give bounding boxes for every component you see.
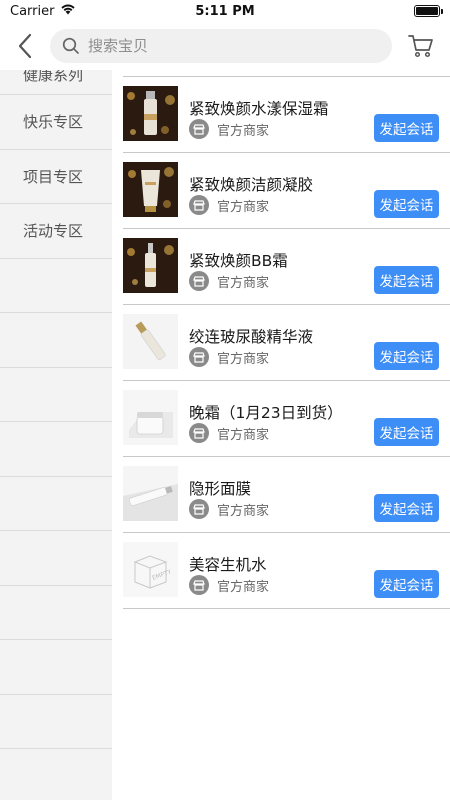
empty-box-icon: EMPTY — [123, 542, 178, 597]
seller-label: 官方商家 — [217, 275, 270, 291]
product-title: 紧致焕颜水漾保湿霜 — [189, 100, 329, 118]
sidebar-item-health[interactable]: 健康系列 — [0, 70, 112, 95]
start-chat-button[interactable]: 发起会话 — [374, 266, 439, 294]
sidebar-item-happy[interactable]: 快乐专区 — [0, 95, 112, 150]
sidebar-item-empty[interactable] — [0, 531, 112, 586]
search-icon — [62, 37, 79, 54]
bb-cream-bottle-icon — [123, 238, 178, 293]
seller-label: 官方商家 — [217, 351, 270, 367]
seller-info: 官方商家 — [189, 271, 269, 291]
seller-label: 官方商家 — [217, 503, 270, 519]
wifi-icon — [60, 3, 76, 19]
status-left: Carrier — [10, 3, 76, 19]
back-button[interactable] — [0, 22, 50, 70]
header — [0, 22, 450, 70]
sidebar-item-events[interactable]: 活动专区 — [0, 204, 112, 259]
seller-label: 官方商家 — [217, 123, 270, 139]
start-chat-button[interactable]: 发起会话 — [374, 418, 439, 446]
chevron-left-icon — [18, 33, 32, 59]
product-list[interactable]: 紧致焕颜水漾保湿霜 官方商家 发起会话 紧致焕颜洁颜凝胶 官方商家 发起会话 紧… — [112, 70, 450, 800]
sidebar-item-label: 健康系列 — [23, 70, 84, 84]
cleanser-tube-icon — [123, 162, 178, 217]
seller-info: 官方商家 — [189, 195, 269, 215]
battery-icon — [414, 5, 443, 17]
product-title: 绞连玻尿酸精华液 — [189, 328, 314, 346]
product-item[interactable]: 紧致焕颜水漾保湿霜 官方商家 发起会话 — [123, 77, 450, 153]
seller-info: 官方商家 — [189, 499, 269, 519]
cart-icon — [408, 35, 433, 58]
shop-icon — [189, 119, 209, 139]
cart-button[interactable] — [392, 22, 450, 70]
start-chat-button[interactable]: 发起会话 — [374, 570, 439, 598]
seller-info: 官方商家 — [189, 575, 269, 595]
start-chat-button[interactable]: 发起会话 — [374, 494, 439, 522]
sidebar-item-empty[interactable] — [0, 477, 112, 531]
seller-info: 官方商家 — [189, 347, 269, 367]
sidebar-item-empty[interactable] — [0, 695, 112, 749]
sidebar-item-empty[interactable] — [0, 586, 112, 640]
status-bar: Carrier 5:11 PM — [0, 0, 450, 22]
sidebar-item-empty[interactable] — [0, 313, 112, 368]
seller-info: 官方商家 — [189, 119, 269, 139]
category-sidebar[interactable]: 健康系列 快乐专区 项目专区 活动专区 — [0, 70, 112, 800]
sidebar-item-empty[interactable] — [0, 368, 112, 422]
search-bar[interactable] — [50, 29, 392, 63]
mask-tube-icon — [123, 466, 178, 521]
shop-icon — [189, 423, 209, 443]
product-item[interactable]: 绞连玻尿酸精华液 官方商家 发起会话 — [123, 305, 450, 381]
product-item[interactable]: 紧致焕颜BB霜 官方商家 发起会话 — [123, 229, 450, 305]
shop-icon — [189, 347, 209, 367]
shop-icon — [189, 271, 209, 291]
product-item[interactable]: 隐形面膜 官方商家 发起会话 — [123, 457, 450, 533]
seller-info: 官方商家 — [189, 423, 269, 443]
start-chat-button[interactable]: 发起会话 — [374, 114, 439, 142]
product-title: 隐形面膜 — [189, 480, 252, 498]
seller-label: 官方商家 — [217, 427, 270, 443]
essence-vial-icon — [123, 314, 178, 369]
shop-icon — [189, 195, 209, 215]
sidebar-item-label: 快乐专区 — [23, 113, 84, 132]
seller-label: 官方商家 — [217, 199, 270, 215]
cream-jar-icon — [123, 390, 178, 445]
sidebar-item-projects[interactable]: 项目专区 — [0, 150, 112, 204]
shop-icon — [189, 499, 209, 519]
sidebar-item-empty[interactable] — [0, 640, 112, 695]
product-title: 紧致焕颜洁颜凝胶 — [189, 176, 314, 194]
sidebar-item-label: 项目专区 — [23, 167, 84, 186]
start-chat-button[interactable]: 发起会话 — [374, 342, 439, 370]
sidebar-item-empty[interactable] — [0, 259, 112, 313]
product-item[interactable]: EMPTY 美容生机水 官方商家 发起会话 — [123, 533, 450, 609]
product-title: 美容生机水 — [189, 556, 267, 574]
serum-bottle-icon — [123, 86, 178, 141]
start-chat-button[interactable]: 发起会话 — [374, 190, 439, 218]
shop-icon — [189, 575, 209, 595]
product-item[interactable]: 晚霜（1月23日到货） 官方商家 发起会话 — [123, 381, 450, 457]
sidebar-item-label: 活动专区 — [23, 222, 84, 241]
carrier-label: Carrier — [10, 3, 55, 19]
search-input[interactable] — [88, 37, 368, 55]
product-title: 紧致焕颜BB霜 — [189, 252, 288, 270]
product-title: 晚霜（1月23日到货） — [189, 404, 343, 422]
product-item[interactable]: 紧致焕颜洁颜凝胶 官方商家 发起会话 — [123, 153, 450, 229]
seller-label: 官方商家 — [217, 579, 270, 595]
sidebar-item-empty[interactable] — [0, 422, 112, 477]
